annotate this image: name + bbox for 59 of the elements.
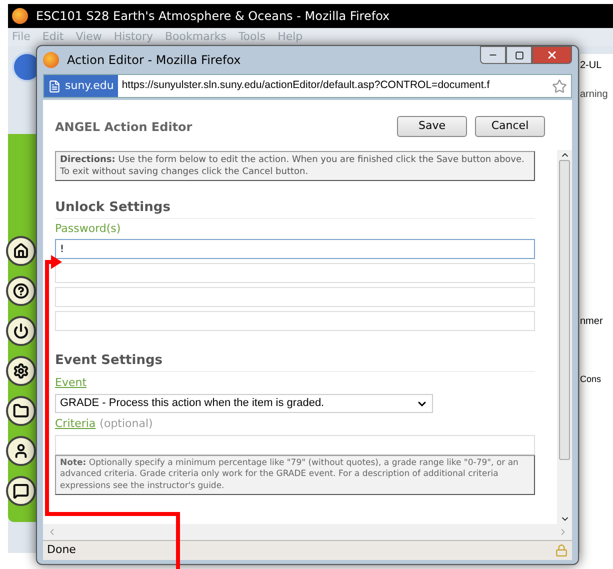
scrollbar-thumb[interactable] [559, 160, 570, 460]
sidebar-button[interactable] [6, 436, 36, 466]
cell-fragment: Cons [580, 373, 602, 386]
optional-hint: (optional) [100, 416, 153, 432]
sidebar-button[interactable] [6, 276, 36, 306]
menu-item[interactable]: View [76, 28, 102, 46]
power-icon [13, 323, 29, 339]
home-icon [13, 243, 29, 259]
sidebar-button[interactable] [6, 316, 36, 346]
window-title: ESC101 S28 Earth's Atmosphere & Oceans - Mozilla Firefox [36, 8, 390, 25]
editor-heading: ANGEL Action Editor [55, 118, 192, 136]
directions-text: Directions: Use the form below to edit the action. When you are finished click the Save button above. To exit without saving changes click the Cancel button. [55, 151, 535, 181]
tab-fragment: 2-UL [580, 59, 603, 73]
help-icon [13, 283, 29, 299]
vertical-scrollbar[interactable] [557, 150, 572, 524]
password-field[interactable] [55, 287, 535, 307]
status-text: Done [47, 542, 77, 558]
save-button[interactable]: Save [397, 116, 467, 137]
password-field[interactable] [55, 311, 535, 331]
sidebar-button[interactable] [6, 356, 36, 386]
menu-item[interactable]: Help [278, 28, 303, 46]
page-icon [48, 80, 61, 92]
sidebar-button[interactable] [6, 396, 36, 426]
event-select[interactable]: GRADE - Process this action when the item is graded. [55, 394, 433, 413]
criteria-field[interactable] [55, 434, 535, 454]
menu-item[interactable]: History [114, 28, 153, 46]
settings-icon [13, 363, 29, 379]
close-icon [546, 49, 558, 61]
event-link[interactable]: Event [55, 374, 87, 391]
password-field[interactable] [55, 263, 535, 283]
site-badge: suny.edu [44, 75, 118, 97]
sidebar-button[interactable] [6, 476, 36, 506]
sidebar-button[interactable] [6, 236, 36, 266]
close-button[interactable] [532, 46, 572, 64]
section-title: Event Settings [55, 351, 535, 372]
menu-item[interactable]: Tools [238, 28, 266, 46]
field-label: Password(s) [55, 220, 122, 236]
maximize-button[interactable] [506, 46, 532, 64]
speech-bubble-icon [13, 483, 29, 499]
horizontal-scrollbar[interactable] [43, 524, 572, 540]
address-bar[interactable]: suny.edu https://sunyulster.sln.suny.edu/actionEditor/default.asp?CONTROL=document.f [43, 74, 572, 98]
url-text: https://sunyulster.sln.suny.edu/actionEditor/default.asp?CONTROL=document.f [120, 78, 491, 94]
minimize-button[interactable] [480, 46, 506, 64]
password-field[interactable]: ! [55, 239, 535, 259]
menu-item[interactable]: Bookmarks [164, 28, 226, 46]
person-icon [13, 443, 29, 459]
menu-item[interactable]: Edit [42, 28, 64, 46]
criteria-link[interactable]: Criteria [55, 416, 96, 432]
star-icon[interactable] [552, 78, 567, 94]
section-title: Unlock Settings [55, 198, 535, 218]
maximize-icon [514, 50, 524, 60]
toolbar-fragment: arning [580, 88, 609, 102]
note-text: Note: Optionally specify a minimum percentage like "79" (without quotes), a grade range like "0-79", or an advanced criteria. Grade criteria only work for the GRADE event. For a description of additional criteria expressions see the instructor's guide. [55, 454, 535, 495]
window-title: Action Editor - Mozilla Firefox [67, 52, 242, 69]
folder-icon [13, 403, 29, 419]
menu-item[interactable]: File [12, 28, 30, 46]
cancel-button[interactable]: Cancel [475, 116, 545, 137]
column-fragment: nmer [580, 315, 604, 329]
lock-icon [555, 544, 568, 557]
